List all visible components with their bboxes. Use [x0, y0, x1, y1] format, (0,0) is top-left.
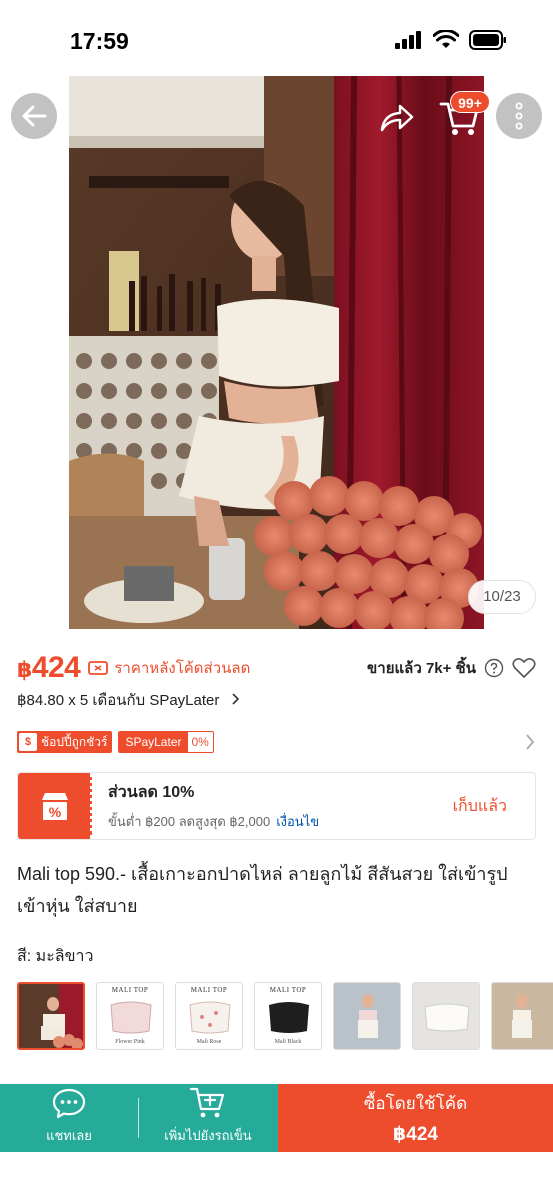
more-button[interactable]	[496, 93, 542, 139]
voucher-claimed-label[interactable]: เก็บแล้ว	[453, 794, 535, 819]
voucher-terms-link[interactable]: เงื่อนไข	[276, 814, 319, 829]
variant-thumbnail[interactable]: MALI TOP Mali Black	[254, 982, 322, 1050]
variant-thumbnails: MALI TOP Flower Pink MALI TOP Mali Rose …	[17, 982, 553, 1050]
variant-label: สี: มะลิขาว	[17, 948, 94, 965]
guarantee-badge: $ ช้อปปี้ถูกชัวร์	[17, 731, 113, 753]
add-to-cart-label: เพิ่มไปยังรถเข็น	[164, 1128, 252, 1143]
add-to-cart-button[interactable]: เพิ่มไปยังรถเข็น	[138, 1084, 278, 1152]
voucher-icon-area: %	[18, 773, 93, 839]
share-icon	[380, 104, 414, 132]
voucher-title: ส่วนลด 10%	[108, 784, 195, 801]
buy-price: ฿424	[393, 1124, 438, 1145]
add-cart-icon	[189, 1087, 225, 1118]
back-button[interactable]	[11, 93, 57, 139]
help-icon[interactable]	[484, 658, 504, 678]
variant-thumbnail[interactable]: MALI TOP Mali Rose	[175, 982, 243, 1050]
variant-thumbnail[interactable]: MALI TOP Flower Pink	[96, 982, 164, 1050]
buy-label: ซื้อโดยใช้โค้ด	[363, 1094, 468, 1113]
image-page-indicator: 10/23	[468, 580, 536, 614]
svg-text:%: %	[49, 804, 62, 820]
spaylater-badge: SPayLater 0%	[118, 731, 214, 753]
more-vertical-icon	[515, 102, 523, 130]
share-button[interactable]	[376, 98, 416, 138]
chat-button[interactable]: แชทเลย	[0, 1084, 138, 1152]
chat-label: แชทเลย	[46, 1128, 92, 1143]
voucher-condition: ขั้นต่ำ ฿200 ลดสูงสุด ฿2,000 เงื่อนไข	[108, 814, 320, 829]
badges-row[interactable]: $ ช้อปปี้ถูกชัวร์ SPayLater 0%	[17, 731, 536, 753]
chevron-right-icon	[231, 693, 239, 705]
voucher-info: ส่วนลด 10% ขั้นต่ำ ฿200 ลดสูงสุด ฿2,000 เ…	[92, 780, 453, 832]
arrow-left-icon	[22, 105, 47, 127]
variant-thumbnail[interactable]	[412, 982, 480, 1050]
price: ฿424	[17, 651, 81, 684]
price-row: ฿424 ราคาหลังโค้ดส่วนลด ขายแล้ว 7k+ ชิ้น	[17, 648, 536, 688]
product-title: Mali top 590.- เสื้อเกาะอกปาดไหล่ ลายลูก…	[17, 864, 508, 916]
installment-text: ฿84.80 x 5 เดือนกับ SPayLater	[17, 692, 220, 709]
status-bar: 17:59	[0, 0, 553, 76]
coupon-icon	[88, 661, 109, 675]
bottom-action-bar: แชทเลย เพิ่มไปยังรถเข็น ซื้อโดยใช้โค้ด ฿…	[0, 1084, 553, 1152]
bottom-bar-divider	[138, 1098, 139, 1138]
variant-thumbnail[interactable]	[491, 982, 553, 1050]
home-indicator-area	[0, 1152, 553, 1200]
sold-count: ขายแล้ว 7k+ ชิ้น	[367, 660, 476, 677]
discount-store-icon: %	[42, 793, 68, 820]
status-icons	[395, 30, 507, 50]
variant-thumbnail[interactable]	[17, 982, 85, 1050]
chevron-right-icon	[526, 734, 535, 750]
heart-icon[interactable]	[512, 657, 536, 679]
variant-thumbnail[interactable]	[333, 982, 401, 1050]
price-note: ราคาหลังโค้ดส่วนลด	[114, 660, 251, 677]
status-time: 17:59	[70, 28, 129, 54]
wifi-icon	[433, 30, 459, 48]
battery-icon	[469, 30, 506, 50]
signal-icon	[395, 31, 421, 49]
product-image[interactable]	[69, 76, 484, 629]
chat-icon	[52, 1088, 86, 1119]
voucher-card[interactable]: % ส่วนลด 10% ขั้นต่ำ ฿200 ลดสูงสุด ฿2,00…	[17, 772, 536, 840]
guarantee-icon: $	[19, 733, 37, 751]
installment-row[interactable]: ฿84.80 x 5 เดือนกับ SPayLater	[17, 688, 240, 712]
cart-count-badge: 99+	[450, 91, 490, 113]
buy-with-code-button[interactable]: ซื้อโดยใช้โค้ด ฿424	[278, 1084, 553, 1152]
